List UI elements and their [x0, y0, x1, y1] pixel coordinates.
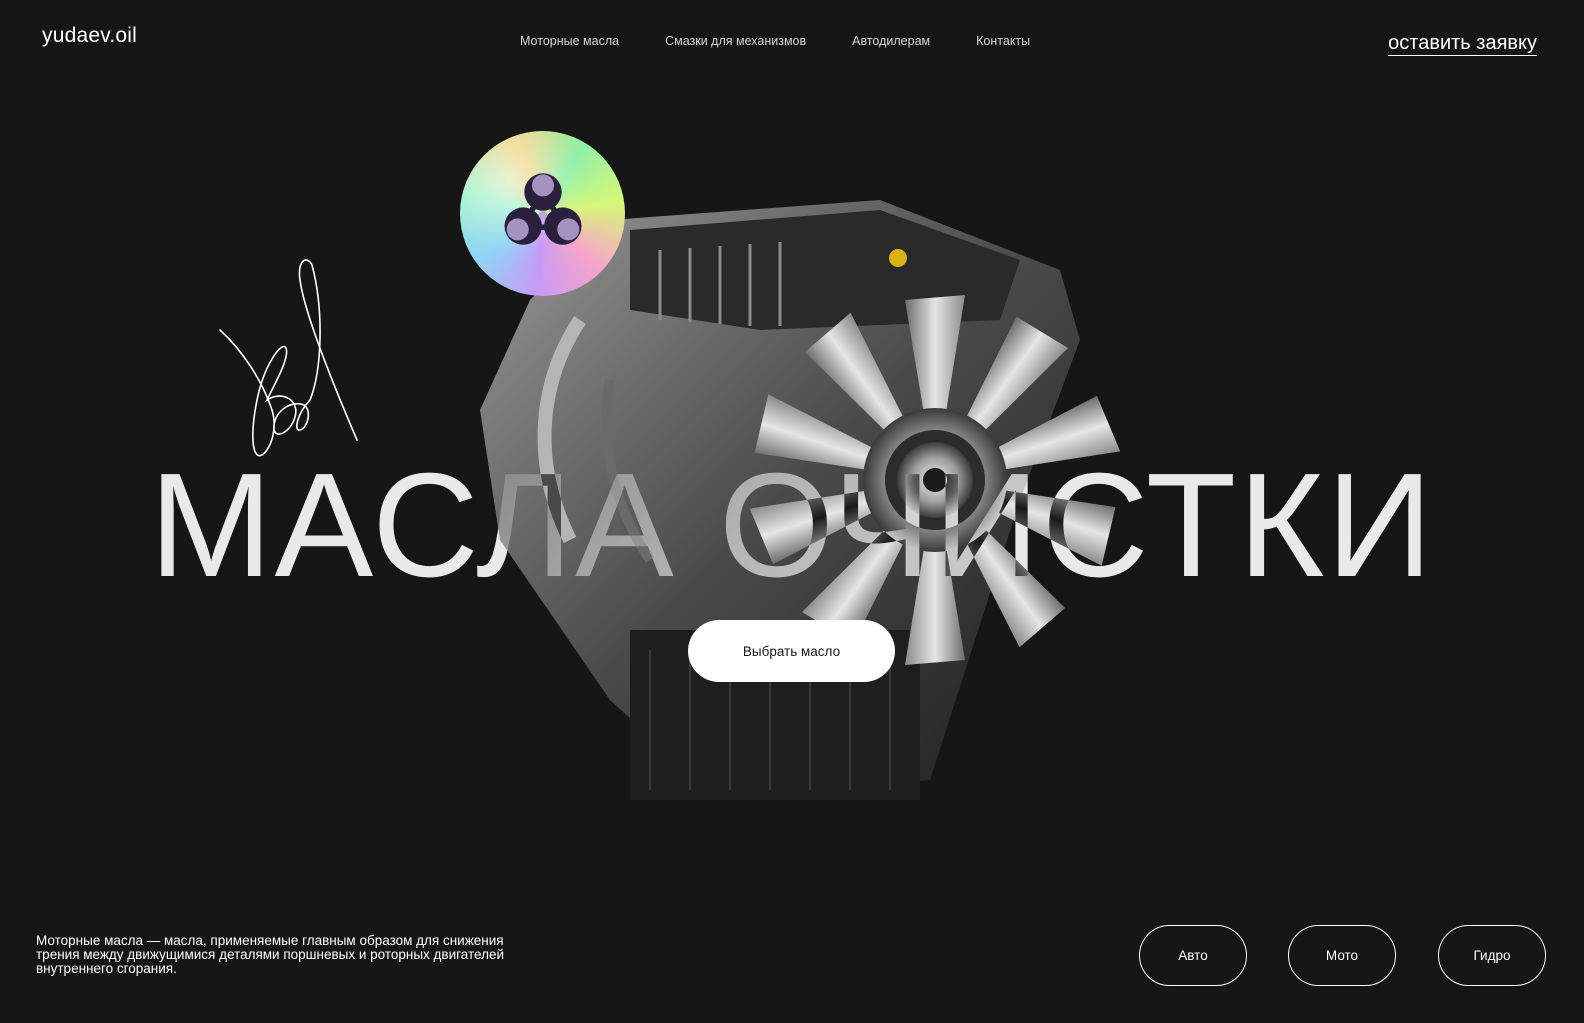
category-button-hydro[interactable]: Гидро	[1438, 925, 1546, 986]
main-nav: Моторные масла Смазки для механизмов Авт…	[520, 34, 1076, 48]
signature	[219, 259, 358, 457]
nav-item-motor-oils[interactable]: Моторные масла	[520, 34, 619, 48]
nav-item-dealers[interactable]: Автодилерам	[852, 34, 930, 48]
category-button-moto[interactable]: Мото	[1288, 925, 1396, 986]
hologram-badge	[460, 131, 625, 296]
logo[interactable]: yudaev.oil	[42, 24, 137, 48]
description-text: Моторные масла — масла, применяемые глав…	[36, 933, 505, 976]
nav-item-contacts[interactable]: Контакты	[976, 34, 1030, 48]
choose-oil-button[interactable]: Выбрать масло	[688, 620, 895, 682]
request-link[interactable]: оставить заявку	[1388, 32, 1537, 56]
nav-item-lubricants[interactable]: Смазки для механизмов	[665, 34, 806, 48]
category-button-auto[interactable]: Авто	[1139, 925, 1247, 986]
biohazard-icon	[504, 172, 581, 245]
landing-page: yudaev.oil Моторные масла Смазки для мех…	[0, 0, 1584, 1023]
